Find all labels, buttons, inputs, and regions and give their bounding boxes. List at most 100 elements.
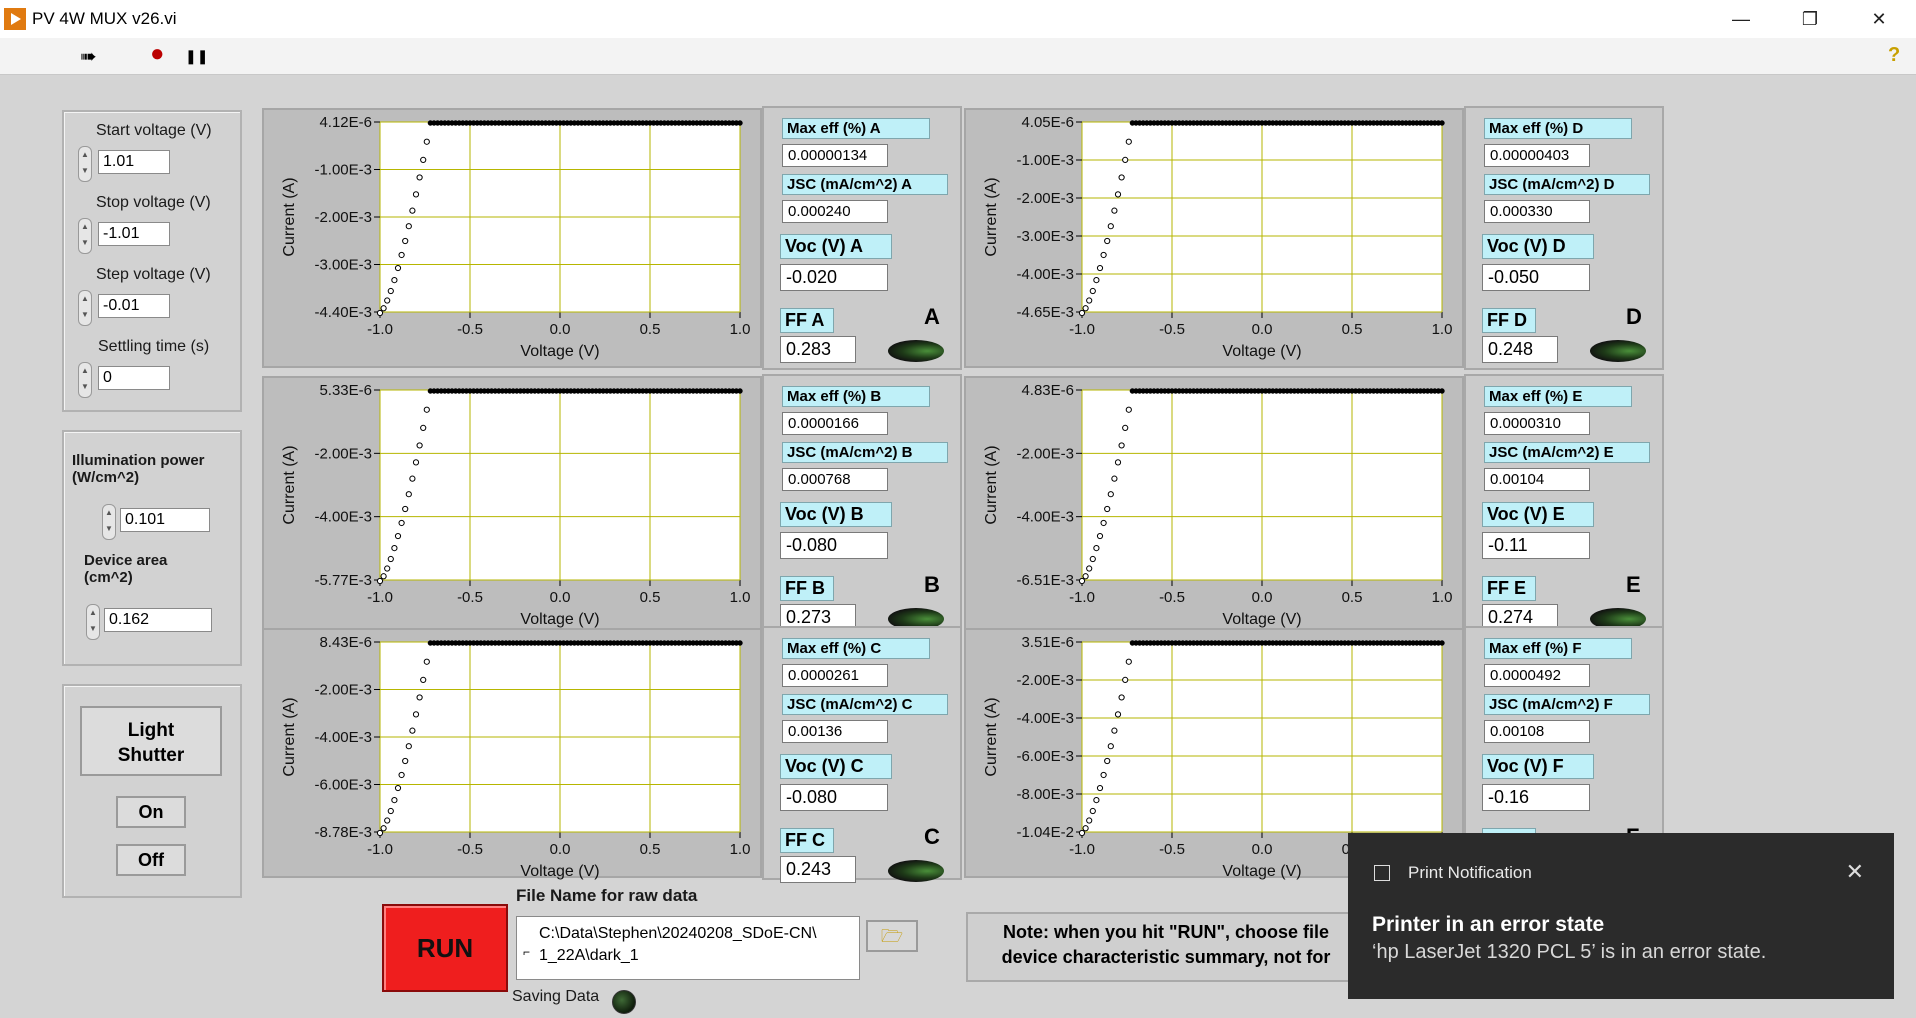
jsc-value[interactable]: 0.000240 bbox=[782, 200, 888, 223]
x-tick-label: 0.5 bbox=[640, 321, 661, 338]
start-voltage-spinner[interactable]: ▲ ▼ bbox=[78, 146, 92, 182]
results-panel-e: Max eff (%) E 0.0000310 JSC (mA/cm^2) E 0.0… bbox=[1464, 374, 1664, 638]
run-button[interactable]: RUN bbox=[382, 904, 508, 992]
stop-voltage-input[interactable]: -1.01 bbox=[98, 222, 170, 246]
y-tick-label: -1.00E-3 bbox=[314, 162, 372, 179]
data-point bbox=[416, 442, 423, 449]
voc-value[interactable]: -0.16 bbox=[1482, 784, 1590, 811]
jsc-value[interactable]: 0.000768 bbox=[782, 468, 888, 491]
channel-letter: B bbox=[924, 572, 940, 597]
data-point bbox=[737, 388, 743, 394]
y-tick-label: 4.12E-6 bbox=[319, 114, 372, 131]
help-icon[interactable]: ? bbox=[1888, 44, 1900, 67]
voc-value[interactable]: -0.020 bbox=[780, 264, 888, 291]
ff-value[interactable]: 0.243 bbox=[780, 856, 856, 883]
y-tick-label: -4.00E-3 bbox=[1016, 509, 1074, 526]
device-area-label: Device area (cm^2) bbox=[84, 552, 168, 586]
y-tick-label: -6.51E-3 bbox=[1016, 572, 1074, 589]
jsc-value[interactable]: 0.00104 bbox=[1484, 468, 1590, 491]
data-point bbox=[1107, 223, 1114, 230]
iv-graph-a[interactable]: -1.0 -0.5 0.0 0.5 1.0 4.12E-6 -1.00E-3 -2.00E-3… bbox=[262, 108, 762, 368]
data-point bbox=[416, 174, 423, 181]
device-area-input[interactable]: 0.162 bbox=[104, 608, 212, 632]
max-eff-value[interactable]: 0.0000310 bbox=[1484, 412, 1590, 435]
light-shutter-button[interactable]: Light Shutter bbox=[80, 706, 222, 776]
data-point bbox=[1122, 676, 1129, 683]
close-window-button[interactable]: ✕ bbox=[1847, 0, 1911, 38]
jsc-value[interactable]: 0.000330 bbox=[1484, 200, 1590, 223]
x-tick-label: -0.5 bbox=[457, 321, 483, 338]
data-point bbox=[737, 120, 743, 126]
run-continuously-icon[interactable]: ➠ bbox=[80, 44, 97, 69]
data-point bbox=[1100, 251, 1107, 259]
data-point bbox=[1107, 743, 1114, 750]
stop-voltage-spinner[interactable]: ▲ ▼ bbox=[78, 218, 92, 254]
device-area-spinner[interactable]: ▲ ▼ bbox=[86, 604, 100, 640]
iv-graph-d[interactable]: -1.0 -0.5 0.0 0.5 1.0 4.05E-6 -1.00E-3 -2.00E-3… bbox=[964, 108, 1464, 368]
jsc-label: JSC (mA/cm^2) E bbox=[1484, 442, 1650, 463]
abort-icon[interactable]: ● bbox=[150, 40, 165, 68]
start-voltage-input[interactable]: 1.01 bbox=[98, 150, 170, 174]
print-notification-toast[interactable]: Print Notification ✕ Printer in an error… bbox=[1348, 833, 1894, 999]
x-tick-label: 0.5 bbox=[640, 589, 661, 606]
vi-toolbar: ➠ ● ❚❚ ? bbox=[0, 38, 1916, 75]
iv-graph-c[interactable]: -1.0 -0.5 0.0 0.5 1.0 8.43E-6 -2.00E-3 -4.00E-3… bbox=[262, 628, 762, 880]
settling-time-spinner[interactable]: ▲ ▼ bbox=[78, 362, 92, 398]
minimize-button[interactable]: — bbox=[1709, 0, 1773, 38]
max-eff-value[interactable]: 0.0000166 bbox=[782, 412, 888, 435]
file-path-field[interactable]: ⌐ C:\Data\Stephen\20240208_SDoE-CN\ 1_22… bbox=[516, 916, 860, 980]
data-point bbox=[387, 555, 394, 563]
x-axis-label: Voltage (V) bbox=[1222, 343, 1301, 360]
toast-close-icon[interactable]: ✕ bbox=[1846, 859, 1864, 885]
step-voltage-spinner[interactable]: ▲ ▼ bbox=[78, 290, 92, 326]
y-tick-label: -4.00E-3 bbox=[1016, 266, 1074, 283]
y-tick-label: -4.00E-3 bbox=[314, 729, 372, 746]
max-eff-value[interactable]: 0.0000492 bbox=[1484, 664, 1590, 687]
shutter-off-button[interactable]: Off bbox=[116, 844, 186, 876]
data-point bbox=[1089, 287, 1096, 295]
ff-value[interactable]: 0.248 bbox=[1482, 336, 1558, 363]
y-axis-label: Current (A) bbox=[281, 697, 298, 776]
max-eff-value[interactable]: 0.00000403 bbox=[1484, 144, 1590, 167]
data-point bbox=[1118, 442, 1125, 449]
sweep-settings-group: Start voltage (V) ▲ ▼ 1.01 Stop voltage (… bbox=[62, 110, 242, 412]
x-tick-label: 0.0 bbox=[1252, 841, 1273, 858]
max-eff-value[interactable]: 0.00000134 bbox=[782, 144, 888, 167]
max-eff-label: Max eff (%) A bbox=[782, 118, 930, 139]
iv-graph-e[interactable]: -1.0 -0.5 0.0 0.5 1.0 4.83E-6 -2.00E-3 -4.00E-3… bbox=[964, 376, 1464, 636]
data-point bbox=[409, 727, 416, 734]
illumination-group: Illumination power (W/cm^2) ▲ ▼ 0.101 Dev… bbox=[62, 430, 242, 666]
voc-label: Voc (V) C bbox=[780, 754, 892, 779]
illumination-power-spinner[interactable]: ▲ ▼ bbox=[102, 504, 116, 540]
illumination-power-input[interactable]: 0.101 bbox=[120, 508, 210, 532]
shutter-on-button[interactable]: On bbox=[116, 796, 186, 828]
ff-label: FF D bbox=[1482, 308, 1536, 333]
y-axis-label: Current (A) bbox=[281, 177, 298, 256]
step-voltage-input[interactable]: -0.01 bbox=[98, 294, 170, 318]
jsc-label: JSC (mA/cm^2) F bbox=[1484, 694, 1650, 715]
voc-value[interactable]: -0.050 bbox=[1482, 264, 1590, 291]
jsc-label: JSC (mA/cm^2) A bbox=[782, 174, 948, 195]
voc-value[interactable]: -0.080 bbox=[780, 532, 888, 559]
voc-label: Voc (V) F bbox=[1482, 754, 1594, 779]
x-tick-label: 0.0 bbox=[1252, 589, 1273, 606]
iv-graph-b[interactable]: -1.0 -0.5 0.0 0.5 1.0 5.33E-6 -2.00E-3 -4.00E-3… bbox=[262, 376, 762, 636]
x-tick-label: -0.5 bbox=[457, 589, 483, 606]
run-note-line-1: Note: when you hit "RUN", choose file bbox=[1002, 922, 1330, 942]
jsc-value[interactable]: 0.00108 bbox=[1484, 720, 1590, 743]
data-point bbox=[1439, 640, 1445, 646]
voc-value[interactable]: -0.080 bbox=[780, 784, 888, 811]
jsc-value[interactable]: 0.00136 bbox=[782, 720, 888, 743]
settling-time-input[interactable]: 0 bbox=[98, 366, 170, 390]
max-eff-value[interactable]: 0.0000261 bbox=[782, 664, 888, 687]
folder-browse-icon[interactable]: 🗁 bbox=[866, 920, 918, 952]
voc-value[interactable]: -0.11 bbox=[1482, 532, 1590, 559]
ff-value[interactable]: 0.283 bbox=[780, 336, 856, 363]
data-point bbox=[1122, 424, 1129, 431]
max-eff-label: Max eff (%) C bbox=[782, 638, 930, 659]
pause-icon[interactable]: ❚❚ bbox=[185, 48, 208, 65]
x-axis-label: Voltage (V) bbox=[520, 611, 599, 628]
data-point bbox=[380, 305, 387, 312]
data-point bbox=[398, 251, 405, 259]
maximize-button[interactable]: ❐ bbox=[1778, 0, 1842, 38]
